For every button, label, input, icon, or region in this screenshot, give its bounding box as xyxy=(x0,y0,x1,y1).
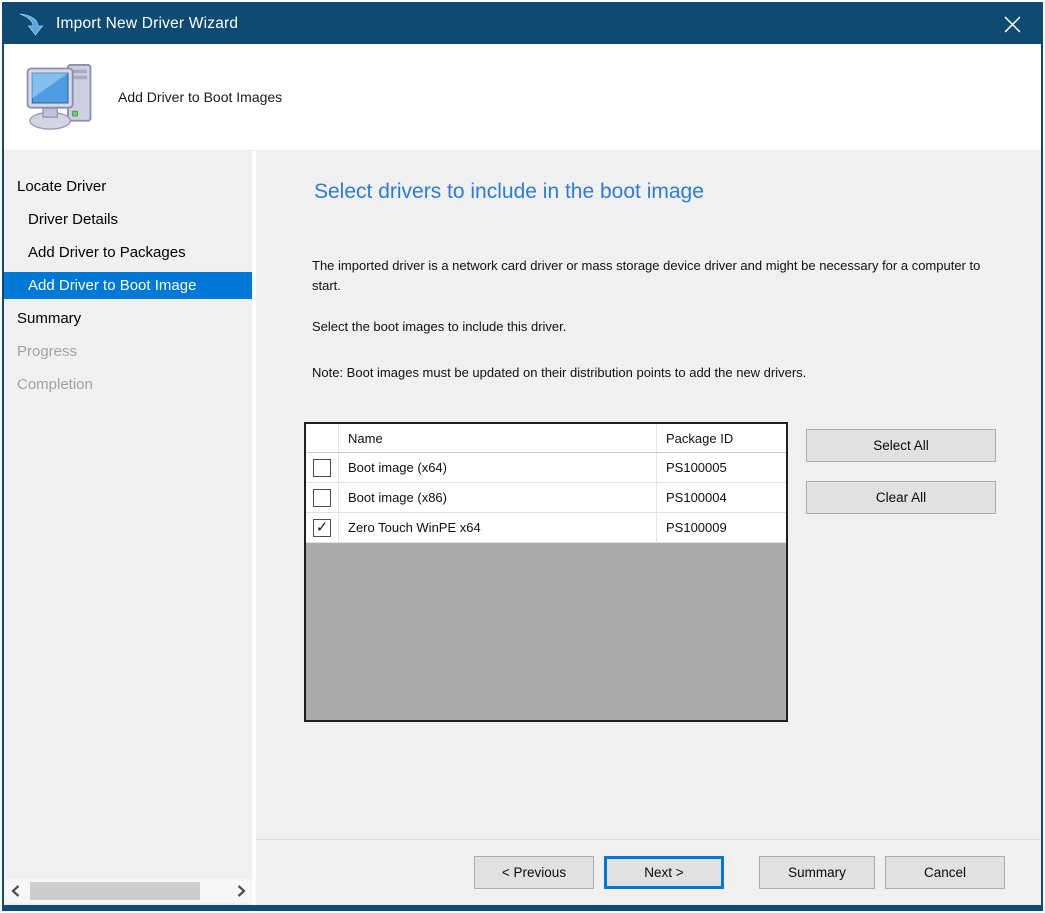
table-empty-area xyxy=(306,543,786,720)
instruction-text: Select the boot images to include this d… xyxy=(312,317,1011,337)
row-name: Boot image (x64) xyxy=(339,453,657,482)
sidebar-item-progress: Progress xyxy=(4,338,252,365)
wizard-window: Import New Driver Wizard Add Driver to B… xyxy=(2,2,1043,911)
description-text: The imported driver is a network card dr… xyxy=(312,256,1011,295)
row-checkbox[interactable] xyxy=(313,519,331,537)
scroll-right-arrow-icon[interactable] xyxy=(230,879,252,903)
summary-button[interactable]: Summary xyxy=(759,856,875,889)
select-all-button[interactable]: Select All xyxy=(806,429,996,462)
table-row[interactable]: Zero Touch WinPE x64 PS100009 xyxy=(306,513,786,543)
row-package-id: PS100009 xyxy=(657,513,786,542)
row-name: Zero Touch WinPE x64 xyxy=(339,513,657,542)
sidebar-item-summary[interactable]: Summary xyxy=(4,305,252,332)
cancel-button[interactable]: Cancel xyxy=(885,856,1005,889)
row-package-id: PS100004 xyxy=(657,483,786,512)
window-title: Import New Driver Wizard xyxy=(56,15,983,33)
scrollbar-thumb[interactable] xyxy=(30,882,200,900)
wizard-header: Add Driver to Boot Images xyxy=(4,44,1041,151)
scrollbar-track[interactable] xyxy=(26,879,230,903)
sidebar-item-add-driver-to-packages[interactable]: Add Driver to Packages xyxy=(4,239,252,266)
selection-buttons: Select All Clear All xyxy=(806,429,996,722)
wizard-footer: < Previous Next > Summary Cancel xyxy=(256,839,1041,905)
row-package-id: PS100005 xyxy=(657,453,786,482)
content-pane: Select drivers to include in the boot im… xyxy=(256,151,1041,905)
clear-all-button[interactable]: Clear All xyxy=(806,481,996,514)
header-title: Add Driver to Boot Images xyxy=(118,89,282,105)
column-header-package-id[interactable]: Package ID xyxy=(657,424,786,452)
content-main: Select drivers to include in the boot im… xyxy=(256,151,1041,839)
sidebar-item-driver-details[interactable]: Driver Details xyxy=(4,206,252,233)
table-row[interactable]: Boot image (x86) PS100004 xyxy=(306,483,786,513)
previous-button[interactable]: < Previous xyxy=(474,856,594,889)
computer-icon xyxy=(24,59,100,135)
import-arrow-icon xyxy=(18,11,44,37)
wizard-body: Locate Driver Driver Details Add Driver … xyxy=(4,151,1041,905)
boot-image-table: Name Package ID Boot image (x64) PS10000… xyxy=(304,422,788,722)
boot-image-table-area: Name Package ID Boot image (x64) PS10000… xyxy=(304,422,1011,722)
header-checkbox-cell xyxy=(306,424,339,452)
next-button[interactable]: Next > xyxy=(604,856,724,889)
sidebar-item-locate-driver[interactable]: Locate Driver xyxy=(4,173,252,200)
row-name: Boot image (x86) xyxy=(339,483,657,512)
scroll-left-arrow-icon[interactable] xyxy=(4,879,26,903)
titlebar[interactable]: Import New Driver Wizard xyxy=(4,4,1041,44)
column-header-name[interactable]: Name xyxy=(339,424,657,452)
table-row[interactable]: Boot image (x64) PS100005 xyxy=(306,453,786,483)
table-header-row: Name Package ID xyxy=(306,424,786,453)
sidebar-item-completion: Completion xyxy=(4,371,252,398)
sidebar-horizontal-scrollbar[interactable] xyxy=(4,879,252,903)
step-sidebar: Locate Driver Driver Details Add Driver … xyxy=(4,151,252,905)
close-button[interactable] xyxy=(983,4,1041,44)
row-checkbox[interactable] xyxy=(313,489,331,507)
page-title: Select drivers to include in the boot im… xyxy=(314,180,1011,204)
note-text: Note: Boot images must be updated on the… xyxy=(312,363,1011,383)
row-checkbox[interactable] xyxy=(313,459,331,477)
sidebar-item-add-driver-to-boot-image[interactable]: Add Driver to Boot Image xyxy=(4,272,252,299)
